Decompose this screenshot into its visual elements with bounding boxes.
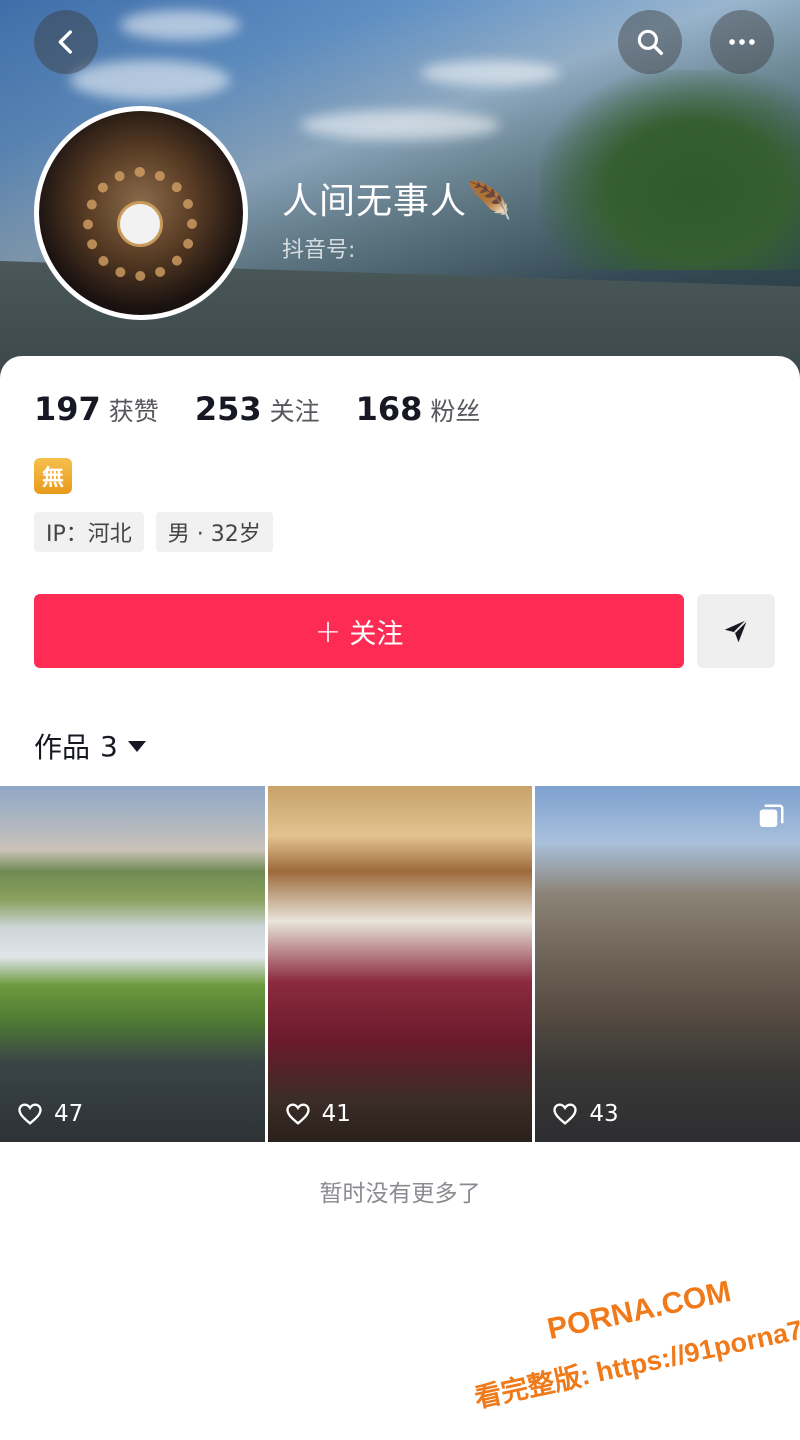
send-icon — [724, 619, 748, 643]
heart-icon — [18, 1103, 42, 1125]
like-value: 41 — [321, 1101, 351, 1127]
video-thumbnail[interactable]: 47 — [0, 786, 265, 1142]
video-thumbnail[interactable]: 41 — [267, 786, 533, 1142]
no-more-text: 暂时没有更多了 — [319, 1181, 481, 1207]
works-grid: 47 41 43 — [0, 786, 800, 1142]
stat-value: 253 — [194, 390, 262, 428]
works-title: 作品 — [34, 731, 91, 764]
like-value: 47 — [54, 1101, 84, 1127]
nickname: 人间无事人🪶 — [282, 181, 513, 222]
caret-down-icon — [127, 740, 146, 752]
stats-row: 197 获赞 253 关注 168 粉丝 — [34, 390, 516, 428]
search-icon — [637, 29, 664, 56]
stat-value: 168 — [355, 390, 423, 428]
like-count: 43 — [551, 1100, 619, 1128]
video-thumbnail[interactable]: 43 — [535, 786, 800, 1142]
douyin-id: 抖音号: — [282, 238, 356, 263]
follow-button[interactable]: + 关注 — [34, 594, 684, 668]
stat-followers[interactable]: 168 粉丝 — [356, 390, 481, 428]
more-icon — [729, 39, 755, 45]
stat-following[interactable]: 253 关注 — [195, 390, 320, 428]
like-count: 47 — [16, 1100, 83, 1128]
stat-label: 粉丝 — [430, 397, 481, 426]
works-tab[interactable]: 作品 3 — [34, 726, 146, 766]
back-icon — [58, 30, 72, 54]
follow-label: 关注 — [349, 618, 404, 650]
works-count: 3 — [100, 729, 118, 763]
like-count: 41 — [284, 1100, 351, 1128]
heart-icon — [553, 1103, 578, 1125]
ip-location-tag: IP：河北 — [34, 512, 144, 552]
like-value: 43 — [589, 1101, 619, 1127]
stat-likes[interactable]: 197 获赞 — [34, 390, 159, 428]
gender-age-tag: 男 · 32岁 — [155, 512, 273, 552]
stat-label: 关注 — [269, 397, 320, 426]
profile-tags: IP：河北 男 · 32岁 — [34, 512, 273, 552]
stat-label: 获赞 — [108, 397, 159, 426]
heart-icon — [286, 1103, 310, 1125]
share-button[interactable] — [697, 594, 775, 668]
back-button[interactable] — [34, 10, 98, 74]
search-button[interactable] — [618, 10, 682, 74]
avatar[interactable] — [34, 106, 248, 320]
stat-value: 197 — [34, 390, 101, 428]
plus-icon: + — [314, 612, 342, 650]
profile-badge: 無 — [34, 458, 72, 494]
more-button[interactable] — [710, 10, 774, 74]
multi-image-icon — [759, 804, 784, 827]
